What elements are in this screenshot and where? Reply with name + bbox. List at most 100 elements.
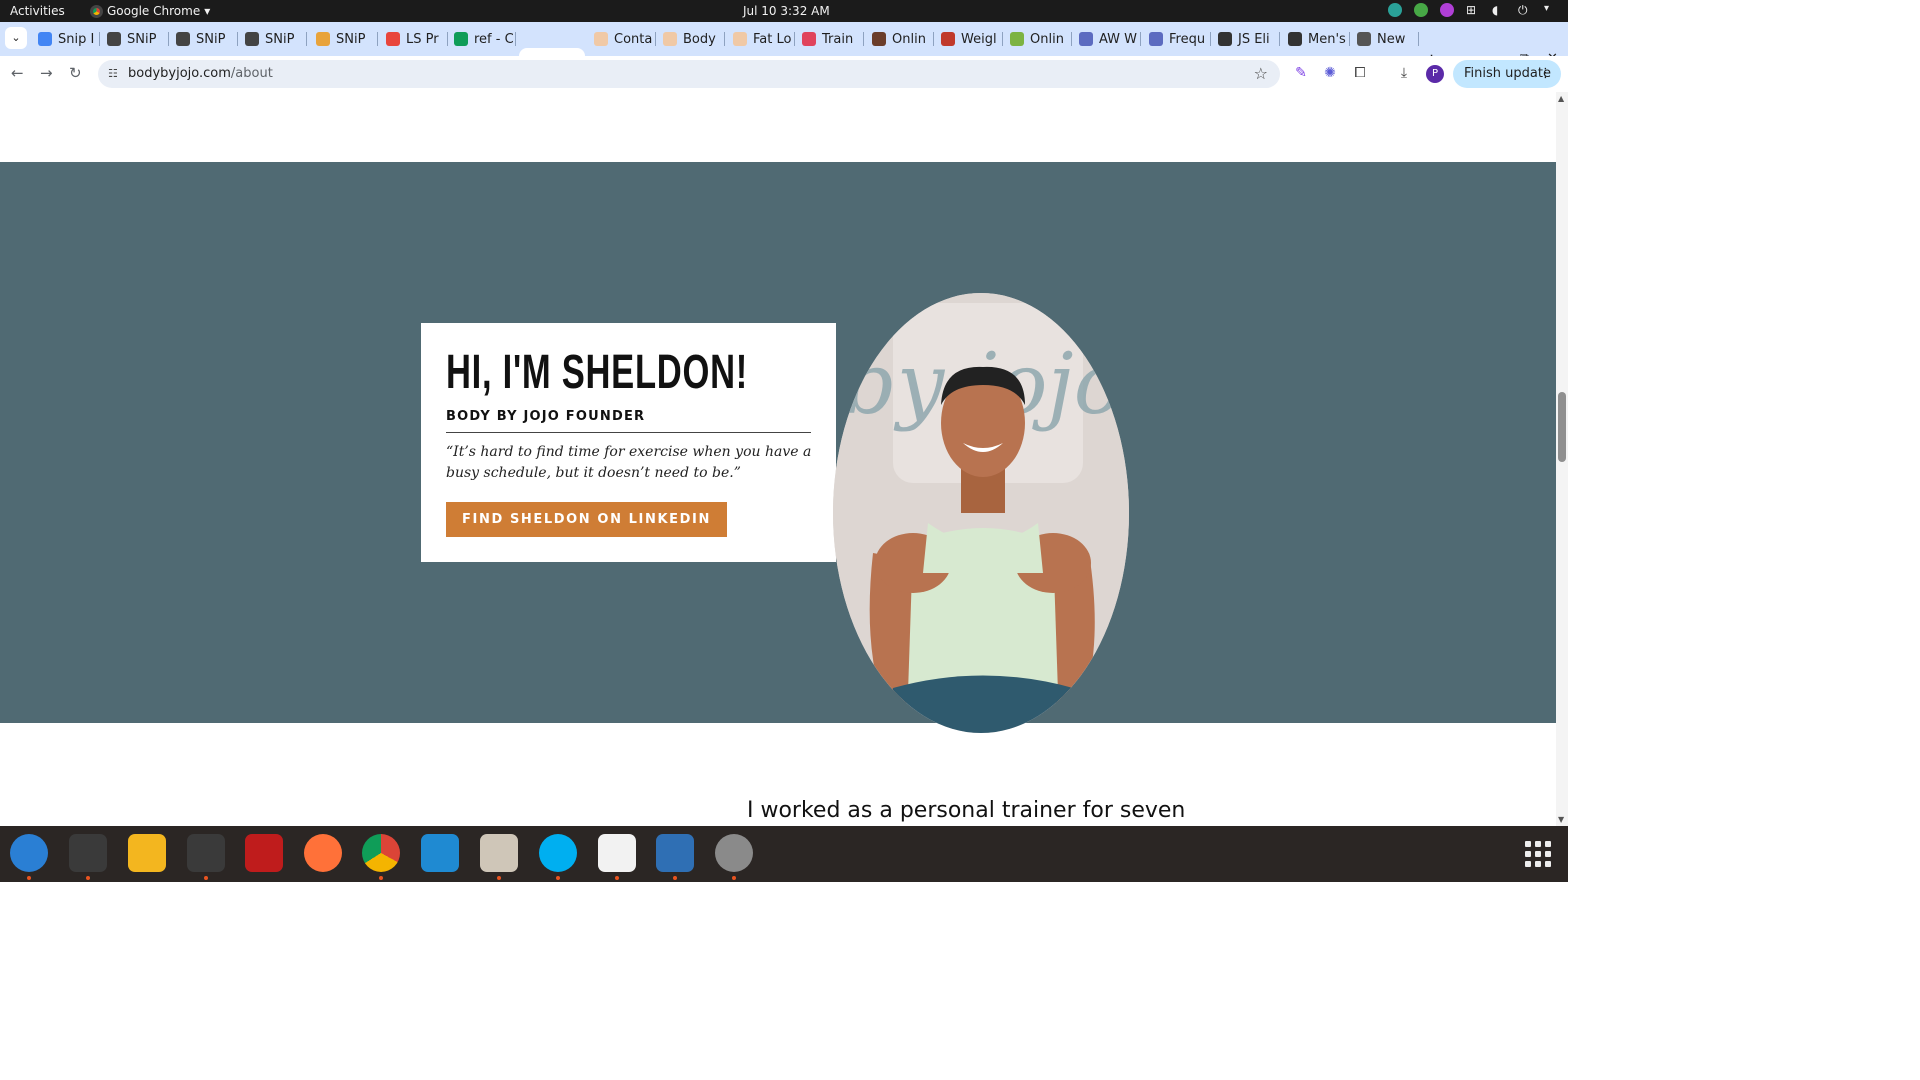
heart-icon — [802, 32, 816, 46]
browser-tab[interactable]: New — [1351, 26, 1419, 52]
tab-title: Snip I — [58, 31, 95, 47]
system-monitor-icon[interactable] — [187, 834, 225, 872]
sync-icon[interactable] — [1388, 3, 1402, 17]
browser-tab[interactable]: Fat Lo — [727, 26, 795, 52]
check-icon[interactable] — [1414, 3, 1428, 17]
browser-tab[interactable]: LS Pr — [380, 26, 448, 52]
tab-title: SNiP — [336, 31, 366, 47]
browser-tab[interactable]: JS Eli — [1212, 26, 1280, 52]
running-indicator — [556, 876, 560, 880]
browser-tab[interactable]: Onlin — [866, 26, 934, 52]
browser-tab[interactable]: Weigl — [935, 26, 1003, 52]
browser-tab[interactable]: Train — [796, 26, 864, 52]
reload-icon[interactable]: ↻ — [69, 64, 82, 82]
browser-tab[interactable]: AW W — [1073, 26, 1141, 52]
vscode-icon[interactable] — [421, 834, 459, 872]
page-viewport: HI, I'M SHELDON! BODY BY JOJO FOUNDER “I… — [0, 92, 1556, 826]
tab-separator — [377, 32, 378, 46]
chrome-icon[interactable] — [362, 834, 400, 872]
snip-emoji-icon — [316, 32, 330, 46]
browser-tab[interactable]: Onlin — [1004, 26, 1072, 52]
disk-icon[interactable] — [715, 834, 753, 872]
browser-tab[interactable]: SNiP — [239, 26, 307, 52]
clock[interactable]: Jul 10 3:32 AM — [743, 4, 830, 18]
pen-extension-icon[interactable]: ✎ — [1292, 64, 1310, 82]
writer-icon[interactable] — [656, 834, 694, 872]
image-icon — [1010, 32, 1024, 46]
snip-icon — [176, 32, 190, 46]
tab-title: SNiP — [196, 31, 226, 47]
image-icon — [1149, 32, 1163, 46]
tab-separator — [863, 32, 864, 46]
avatar-icon — [872, 32, 886, 46]
tab-title: Onlin — [1030, 31, 1064, 47]
tab-separator — [306, 32, 307, 46]
tab-title: Conta — [614, 31, 653, 47]
browser-tab[interactable]: Conta — [588, 26, 656, 52]
finish-update-button[interactable]: Finish update ⋮ — [1453, 60, 1561, 88]
tab-title: Onlin — [892, 31, 926, 47]
activities-button[interactable]: Activities — [10, 4, 65, 18]
linkedin-button[interactable]: FIND SHELDON ON LINKEDIN — [446, 502, 727, 537]
running-indicator — [732, 876, 736, 880]
terminal-icon[interactable] — [69, 834, 107, 872]
back-icon[interactable]: ← — [11, 64, 24, 82]
jojo-icon — [594, 32, 608, 46]
profile-avatar[interactable]: P — [1426, 65, 1444, 83]
browser-tab[interactable]: SNiP — [170, 26, 238, 52]
browser-tab[interactable]: ref - C — [448, 26, 516, 52]
forward-icon[interactable]: → — [40, 64, 53, 82]
system-tray[interactable]: ⊞ ◖ ⏻ ▾ — [1388, 3, 1558, 17]
browser-tab[interactable]: SNiP — [101, 26, 169, 52]
thunderbird-icon[interactable] — [10, 834, 48, 872]
running-indicator — [379, 876, 383, 880]
app-menu[interactable]: Google Chrome ▾ — [90, 4, 210, 18]
tab-search-button[interactable]: ⌄ — [5, 27, 27, 49]
tab-separator — [1349, 32, 1350, 46]
running-indicator — [673, 876, 677, 880]
tab-separator — [1279, 32, 1280, 46]
download-icon[interactable]: ⤓ — [1395, 64, 1413, 82]
tab-title: AW W — [1099, 31, 1138, 47]
tab-separator — [724, 32, 725, 46]
page-scrollbar[interactable]: ▲ ▼ — [1556, 92, 1568, 826]
browser-tab[interactable]: Snip I — [32, 26, 100, 52]
show-apps-icon[interactable] — [1525, 841, 1551, 867]
jojo-icon — [663, 32, 677, 46]
address-bar[interactable]: ☷ bodybyjojo.com/about ☆ — [98, 60, 1280, 88]
color-picker-icon[interactable] — [1440, 3, 1454, 17]
snip-icon — [107, 32, 121, 46]
tab-title: LS Pr — [406, 31, 439, 47]
browser-tab[interactable]: SNiP — [310, 26, 378, 52]
running-indicator — [204, 876, 208, 880]
calculator-icon[interactable] — [128, 834, 166, 872]
scrollbar-thumb[interactable] — [1558, 392, 1566, 462]
divider — [446, 432, 811, 433]
docs-icon — [38, 32, 52, 46]
power-icon: ⏻ — [1518, 3, 1528, 17]
url-text[interactable]: bodybyjojo.com/about — [128, 66, 273, 81]
files-icon[interactable] — [480, 834, 518, 872]
globe-icon — [1357, 32, 1371, 46]
bookmark-star-icon[interactable]: ☆ — [1254, 64, 1268, 83]
browser-tab[interactable]: Frequ — [1143, 26, 1211, 52]
site-info-icon[interactable]: ☷ — [108, 67, 122, 81]
page-title: HI, I'M SHELDON! — [446, 346, 748, 399]
tab-title: Frequ — [1169, 31, 1206, 47]
running-indicator — [86, 876, 90, 880]
filezilla-icon[interactable] — [245, 834, 283, 872]
tab-strip: ⌄ Snip ISNiPSNiPSNiPSNiPLS Prref - CAl✕C… — [0, 22, 1568, 78]
gnome-top-bar: Activities Google Chrome ▾ Jul 10 3:32 A… — [0, 0, 1568, 22]
extensions-icon[interactable]: ⧠ — [1351, 64, 1369, 82]
text-editor-icon[interactable] — [598, 834, 636, 872]
about-hero-section: HI, I'M SHELDON! BODY BY JOJO FOUNDER “I… — [0, 162, 1556, 733]
skype-icon[interactable] — [539, 834, 577, 872]
running-indicator — [615, 876, 619, 880]
browser-toolbar: ← → ↻ ☷ bodybyjojo.com/about ☆ ✎ ✺ ⧠ ⤓ P… — [0, 56, 1568, 92]
tab-title: SNiP — [265, 31, 295, 47]
ubuntu-dock — [0, 826, 1568, 882]
firefox-icon[interactable] — [304, 834, 342, 872]
browser-tab[interactable]: Body — [657, 26, 725, 52]
asterisk-extension-icon[interactable]: ✺ — [1321, 64, 1339, 82]
browser-tab[interactable]: Men's — [1282, 26, 1350, 52]
